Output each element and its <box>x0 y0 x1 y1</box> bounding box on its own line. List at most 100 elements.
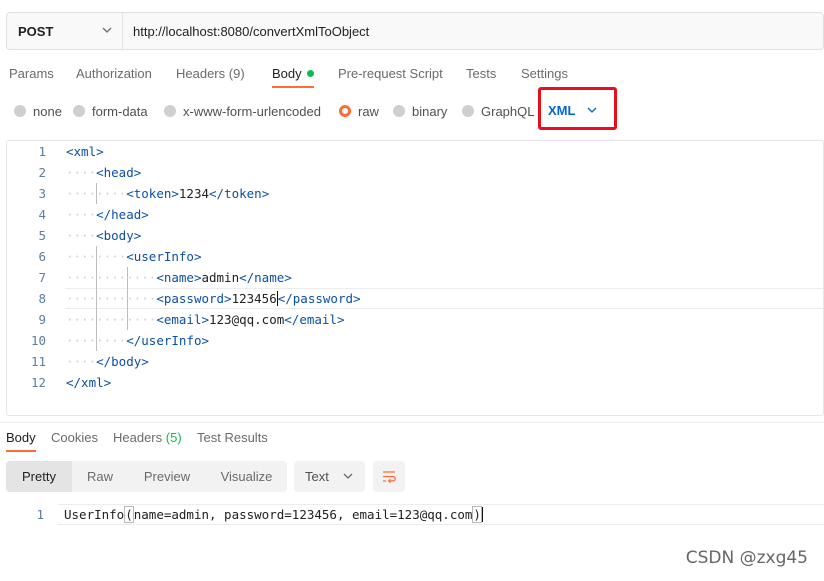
code-line: 6 ········<userInfo> <box>7 246 823 267</box>
tab-body[interactable]: Body <box>272 62 314 88</box>
line-number: 7 <box>38 270 46 285</box>
response-format-select[interactable]: Text <box>294 461 365 492</box>
radio-circle <box>393 105 405 117</box>
xml-open-tag: </userInfo> <box>126 333 210 348</box>
tab-label: Params <box>9 66 54 81</box>
method-select[interactable]: POST <box>7 13 123 49</box>
response-fields: name=admin, password=123456, email=123@q… <box>133 507 473 522</box>
indent-guide <box>96 183 98 204</box>
xml-close-tag: </name> <box>239 270 292 285</box>
indent-whitespace: ···· <box>66 354 97 369</box>
radio-circle <box>462 105 474 117</box>
radio-raw[interactable]: raw <box>339 100 379 122</box>
radio-graphql[interactable]: GraphQL <box>462 100 534 122</box>
response-tab-test-results[interactable]: Test Results <box>197 428 268 448</box>
text-caret <box>481 507 483 522</box>
headers-count: (5) <box>165 430 182 445</box>
tab-settings[interactable]: Settings <box>521 62 568 86</box>
radio-circle <box>164 105 176 117</box>
radio-none[interactable]: none <box>14 100 62 122</box>
xml-text-value: 1234 <box>178 186 210 201</box>
tab-tests[interactable]: Tests <box>466 62 496 86</box>
tab-headers[interactable]: Headers (9) <box>176 62 245 86</box>
code-text: ········<userInfo> <box>66 246 201 267</box>
line-number: 10 <box>30 333 46 348</box>
code-text: ····</body> <box>66 351 149 372</box>
tab-pre-request-script[interactable]: Pre-request Script <box>338 62 443 86</box>
indent-guide <box>96 267 98 288</box>
indent-whitespace: ············ <box>66 312 157 327</box>
line-number: 9 <box>38 312 46 327</box>
tab-label: Tests <box>466 66 497 81</box>
wrap-lines-icon <box>383 470 396 483</box>
response-tab-body[interactable]: Body <box>6 428 36 452</box>
radio-circle-checked <box>339 105 351 117</box>
line-number: 11 <box>30 354 46 369</box>
wrap-lines-button[interactable] <box>373 461 405 492</box>
xml-open-tag: </head> <box>96 207 149 222</box>
raw-format-select[interactable]: XML <box>548 103 597 118</box>
url-input[interactable]: http://localhost:8080/convertXmlToObject <box>123 13 369 49</box>
code-text: ············<password>123456</password> <box>66 288 361 309</box>
xml-close-tag: </email> <box>284 312 345 327</box>
tab-label: Settings <box>521 66 568 81</box>
code-text: ············<name>admin</name> <box>66 267 292 288</box>
radio-form-data[interactable]: form-data <box>73 100 148 122</box>
response-tab-headers[interactable]: Headers (5) <box>113 428 182 448</box>
line-number: 3 <box>38 186 46 201</box>
code-line: 8 ············<password>123456</password> <box>7 288 823 309</box>
radio-x-www-form-urlencoded[interactable]: x-www-form-urlencoded <box>164 100 321 122</box>
url-text: http://localhost:8080/convertXmlToObject <box>133 23 370 39</box>
tab-authorization[interactable]: Authorization <box>76 62 152 86</box>
indent-whitespace: ············ <box>66 270 157 285</box>
xml-open-tag: </body> <box>96 354 149 369</box>
view-raw-button[interactable]: Raw <box>72 461 128 492</box>
view-visualize-button[interactable]: Visualize <box>206 461 287 492</box>
raw-format-label: XML <box>548 103 576 118</box>
tab-label: Headers <box>113 430 163 445</box>
line-number: 8 <box>38 291 46 306</box>
xml-open-tag: <head> <box>96 165 142 180</box>
line-number: 5 <box>38 228 46 243</box>
code-text: ········</userInfo> <box>66 330 209 351</box>
code-line: 1 <xml> <box>7 141 823 162</box>
xml-open-tag: <email> <box>156 312 209 327</box>
body-type-options: none form-data x-www-form-urlencoded raw… <box>0 100 824 122</box>
response-tab-cookies[interactable]: Cookies <box>51 428 98 448</box>
indent-guide <box>96 246 98 267</box>
line-number: 6 <box>38 249 46 264</box>
indent-guide <box>126 267 128 288</box>
chevron-down-icon <box>587 107 597 113</box>
radio-binary[interactable]: binary <box>393 100 447 122</box>
tab-label: Pre-request Script <box>338 66 443 81</box>
xml-open-tag: <xml> <box>66 144 104 159</box>
code-line: 4 ····</head> <box>7 204 823 225</box>
radio-label: GraphQL <box>481 103 535 119</box>
radio-label: none <box>33 103 62 119</box>
close-paren: ) <box>472 506 482 523</box>
view-mode-group: Pretty Raw Preview Visualize <box>6 461 287 492</box>
line-number: 12 <box>30 375 46 390</box>
tab-label: Body <box>6 430 36 445</box>
view-preview-button[interactable]: Preview <box>128 461 206 492</box>
tab-label: Test Results <box>197 430 268 445</box>
response-text: UserInfo(name=admin, password=123456, em… <box>64 504 483 525</box>
tab-label: Headers <box>176 66 226 81</box>
xml-open-tag: <name> <box>156 270 202 285</box>
xml-close-tag: </token> <box>209 186 270 201</box>
radio-circle <box>14 105 26 117</box>
chevron-down-icon <box>343 473 353 479</box>
code-line: 5 ····<body> <box>7 225 823 246</box>
response-body-line: 1 UserInfo(name=admin, password=123456, … <box>0 504 824 525</box>
response-prefix: UserInfo <box>64 507 125 522</box>
indent-whitespace: ···· <box>66 207 97 222</box>
tab-params[interactable]: Params <box>9 62 54 86</box>
radio-circle <box>73 105 85 117</box>
code-text: ····</head> <box>66 204 149 225</box>
view-pretty-button[interactable]: Pretty <box>6 461 72 492</box>
xml-open-tag: </xml> <box>66 375 112 390</box>
request-body-editor[interactable]: 1<xml>2····<head>3········<token>1234</t… <box>6 140 824 416</box>
headers-count: (9) <box>228 66 245 81</box>
open-paren: ( <box>124 506 134 523</box>
watermark: CSDN @zxg45 <box>685 548 808 568</box>
